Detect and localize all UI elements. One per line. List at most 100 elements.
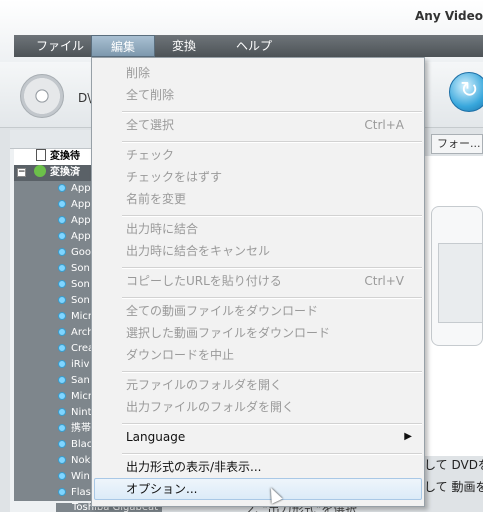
tree-item-label: App — [71, 183, 91, 194]
tree-item[interactable]: 携帯 — [14, 421, 92, 437]
edit-menu-dropdown: 削除 全て削除 全て選択 Ctrl+A チェック チェックをはずす 名前を変更 … — [91, 57, 425, 507]
tree-item[interactable]: Flas — [14, 485, 92, 501]
menu-item-check[interactable]: チェック — [92, 144, 424, 166]
globe-icon — [34, 165, 46, 177]
menu-item-rename[interactable]: 名前を変更 — [92, 188, 424, 210]
menu-item-select-all[interactable]: 全て選択 Ctrl+A — [92, 114, 424, 136]
tree-item[interactable]: App — [14, 229, 92, 245]
menu-item-language[interactable]: Language ▶ — [92, 426, 424, 448]
dvd-disc-icon[interactable] — [20, 74, 64, 118]
menu-item-delete-all[interactable]: 全て削除 — [92, 84, 424, 106]
tree-item[interactable]: Micr — [14, 309, 92, 325]
tree-item[interactable]: iRiv — [14, 357, 92, 373]
tree-item[interactable]: San — [14, 373, 92, 389]
bullet-icon — [58, 184, 66, 192]
menu-item-options[interactable]: オプション... — [94, 478, 422, 500]
menu-item-cancel-merge[interactable]: 出力時に結合をキャンセル — [92, 240, 424, 262]
tab-format[interactable]: フォー... — [431, 134, 483, 154]
menu-separator — [122, 141, 422, 143]
menu-shortcut: Ctrl+A — [364, 118, 404, 132]
tree-item[interactable]: App — [14, 213, 92, 229]
instruction-text-2: して 動画を — [424, 480, 483, 494]
bullet-icon — [58, 296, 66, 304]
menu-separator — [122, 111, 422, 113]
tree-item-label: Arch — [71, 327, 92, 338]
tree-item-label: Micr — [71, 311, 92, 322]
tree-item-label: Son — [71, 279, 90, 290]
tree-item[interactable]: Son — [14, 293, 92, 309]
bullet-icon — [58, 392, 66, 400]
tree-item[interactable]: Goo — [14, 245, 92, 261]
menu-item-uncheck[interactable]: チェックをはずす — [92, 166, 424, 188]
bullet-icon — [58, 488, 66, 496]
bullet-icon — [58, 456, 66, 464]
menu-item-download-selected[interactable]: 選択した動画ファイルをダウンロード — [92, 322, 424, 344]
menu-item-merge[interactable]: 出力時に結合 — [92, 218, 424, 240]
bullet-icon — [58, 216, 66, 224]
bullet-icon — [58, 376, 66, 384]
menu-item-stop-download[interactable]: ダウンロードを中止 — [92, 344, 424, 366]
submenu-arrow-icon: ▶ — [404, 431, 412, 442]
menu-help[interactable]: ヘルプ — [228, 35, 280, 57]
tree-item-label: 変換待 — [50, 151, 80, 162]
tree-item-label: Son — [71, 263, 90, 274]
tree-item-label: App — [71, 231, 91, 242]
tree-item[interactable]: Son — [14, 261, 92, 277]
bullet-icon — [58, 424, 66, 432]
menu-item-label: Language — [126, 430, 186, 444]
tree-item-label: San — [71, 375, 90, 386]
menu-separator — [122, 453, 422, 455]
menu-file[interactable]: ファイル — [28, 35, 92, 57]
menu-item-label: 全て選択 — [126, 118, 175, 132]
bullet-icon — [58, 440, 66, 448]
instruction-text-1: して DVDを — [424, 458, 483, 472]
collapse-icon[interactable]: − — [17, 168, 26, 177]
convert-icon[interactable] — [449, 72, 483, 112]
tree-item[interactable]: Blac — [14, 437, 92, 453]
menu-item-open-output-folder[interactable]: 出力ファイルのフォルダを開く — [92, 396, 424, 418]
menu-edit[interactable]: 編集 — [91, 35, 155, 57]
profile-tree: 変換待 − 変換済 App App App App Goo Son Son Son… — [14, 149, 92, 501]
tree-item-label: Win — [71, 471, 90, 482]
tree-item-pending[interactable]: 変換待 — [14, 149, 92, 165]
tree-item-label: Goo — [71, 247, 91, 258]
tree-item[interactable]: Crea — [14, 341, 92, 357]
tree-item-done[interactable]: − 変換済 — [14, 165, 92, 181]
tree-item-label: Son — [71, 295, 90, 306]
tree-item[interactable]: Arch — [14, 325, 92, 341]
tree-item[interactable]: Nok — [14, 453, 92, 469]
tree-item[interactable]: App — [14, 197, 92, 213]
menu-item-delete[interactable]: 削除 — [92, 62, 424, 84]
menu-item-toggle-output-format[interactable]: 出力形式の表示/非表示... — [92, 456, 424, 478]
menu-separator — [122, 297, 422, 299]
bullet-icon — [58, 232, 66, 240]
menu-item-open-source-folder[interactable]: 元ファイルのフォルダを開く — [92, 374, 424, 396]
bullet-icon — [58, 264, 66, 272]
tree-item-label: App — [71, 199, 91, 210]
menu-item-paste-url[interactable]: コピーしたURLを貼り付ける Ctrl+V — [92, 270, 424, 292]
tree-item[interactable]: App — [14, 181, 92, 197]
phone-screen — [438, 243, 483, 323]
menubar: ファイル 編集 変換 ヘルプ — [14, 35, 483, 57]
dvd-label: D\ — [78, 91, 92, 105]
tree-item[interactable]: Micr — [14, 389, 92, 405]
menu-separator — [122, 371, 422, 373]
bullet-icon — [58, 408, 66, 416]
tree-item[interactable]: Nint — [14, 405, 92, 421]
tree-item-label: Nint — [71, 407, 92, 418]
menu-convert[interactable]: 変換 — [164, 35, 204, 57]
menu-separator — [122, 215, 422, 217]
left-panel-header — [10, 130, 92, 149]
bullet-icon — [58, 360, 66, 368]
menu-separator — [122, 423, 422, 425]
bullet-icon — [58, 344, 66, 352]
tree-item[interactable]: Son — [14, 277, 92, 293]
menu-item-download-all[interactable]: 全ての動画ファイルをダウンロード — [92, 300, 424, 322]
tree-item-label: 携帯 — [71, 423, 91, 434]
bullet-icon — [58, 472, 66, 480]
tree-item-label: 変換済 — [50, 167, 80, 178]
bullet-icon — [58, 200, 66, 208]
tree-item-label: iRiv — [71, 359, 90, 370]
tree-item[interactable]: Win — [14, 469, 92, 485]
tree-item-label: Nok — [71, 455, 91, 466]
